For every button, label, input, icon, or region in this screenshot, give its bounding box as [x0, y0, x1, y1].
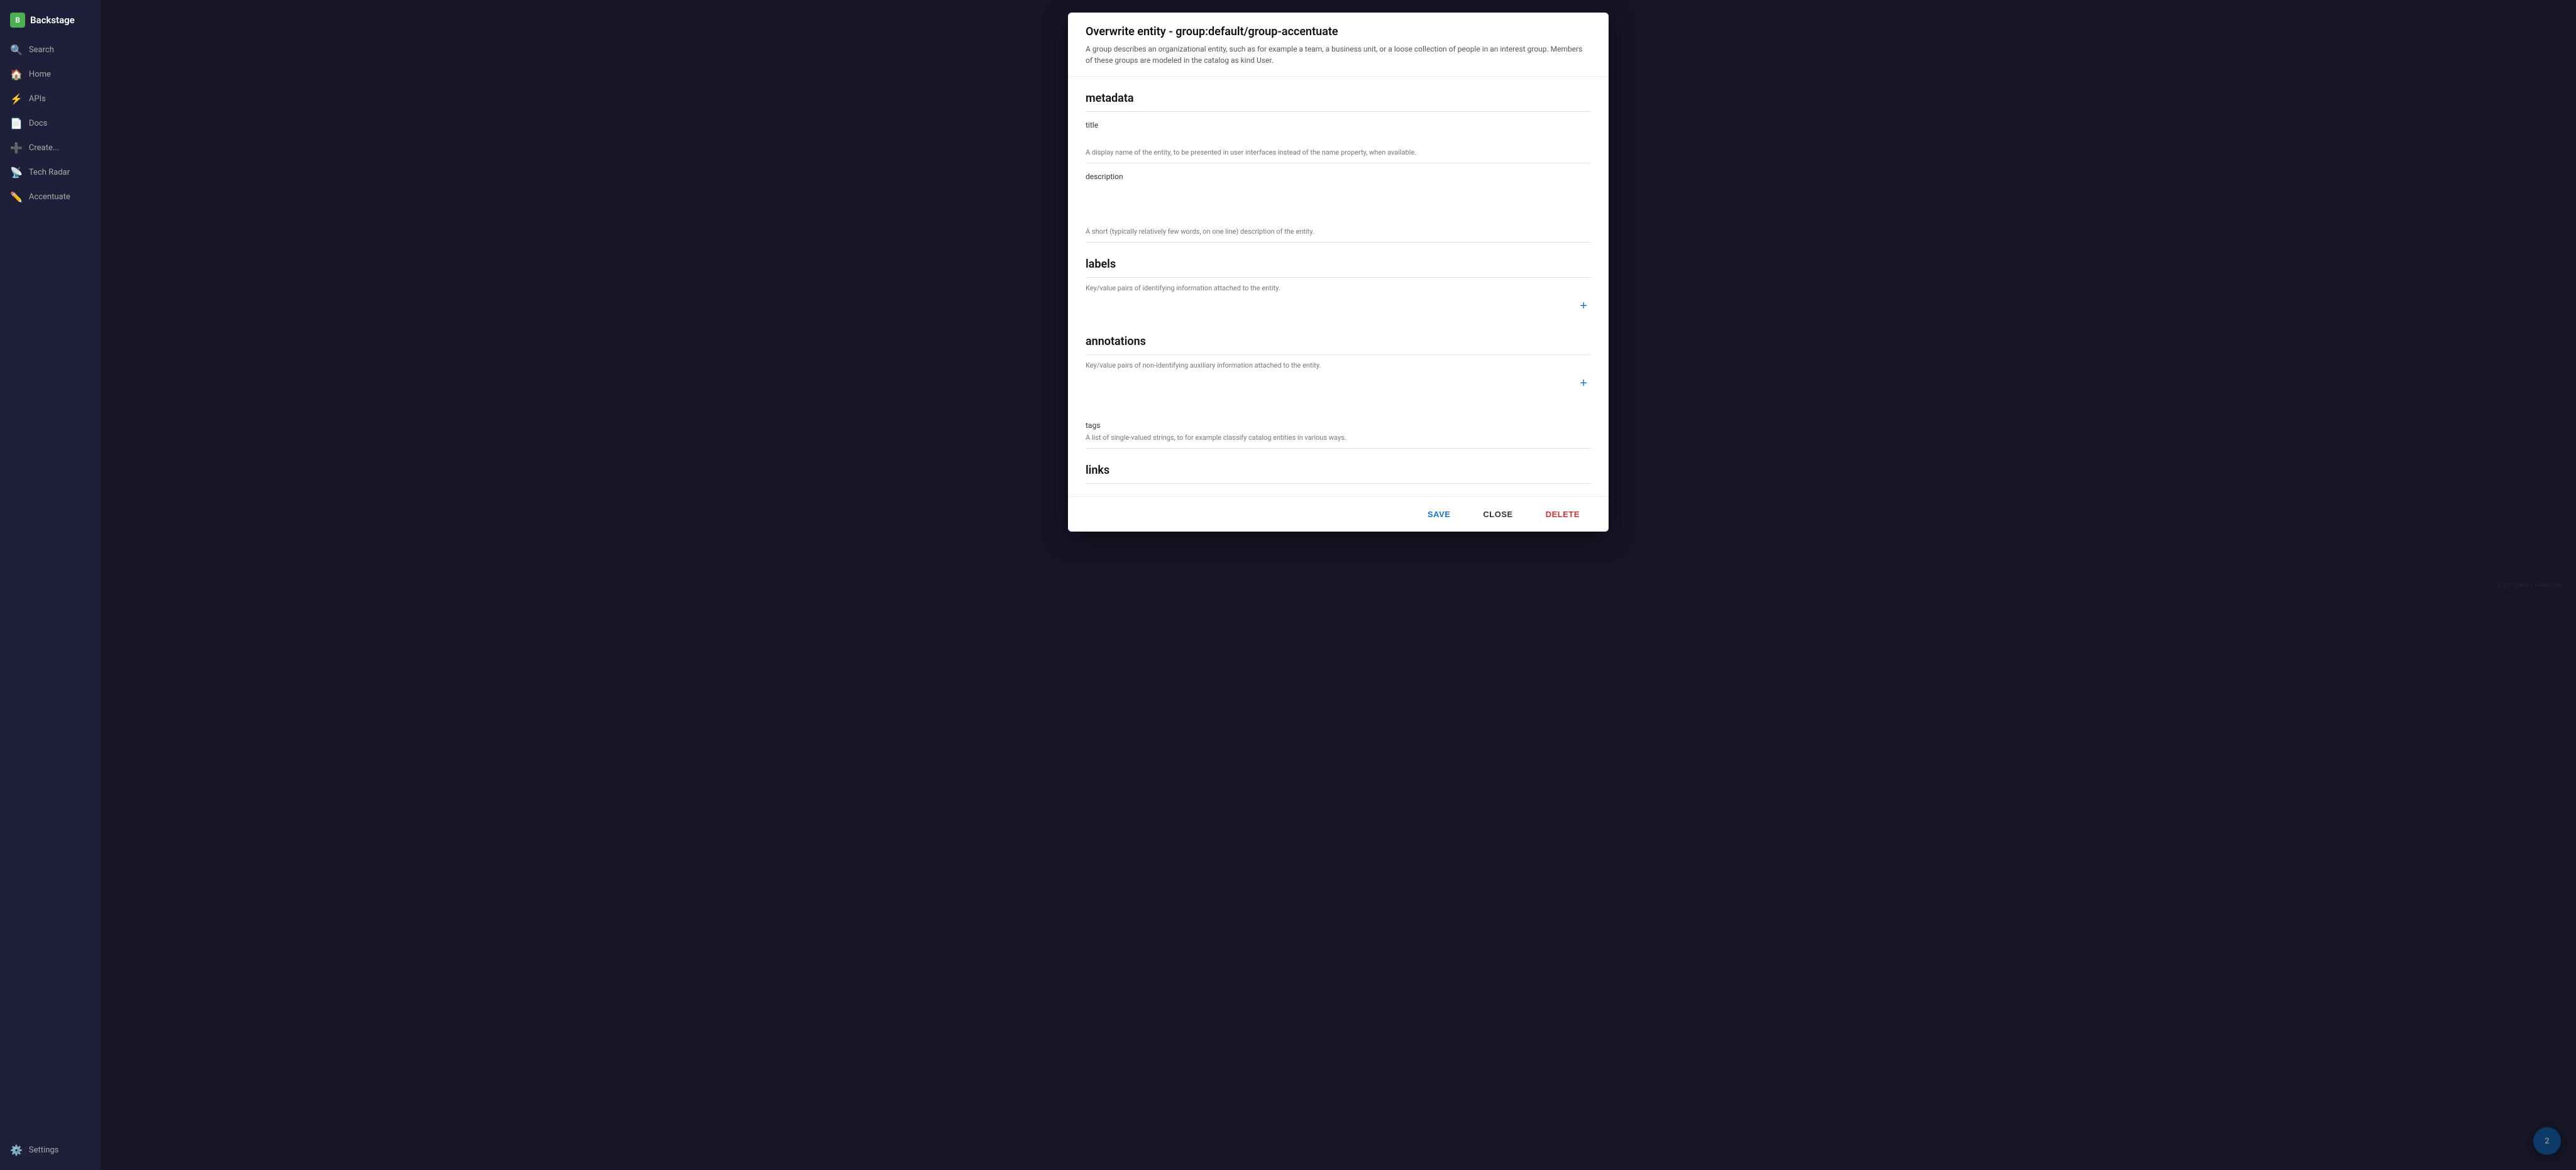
title-field: title A display name of the entity, to b… [1086, 112, 1591, 163]
sidebar-item-docs[interactable]: 📄 Docs [0, 111, 101, 136]
title-field-desc: A display name of the entity, to be pres… [1086, 148, 1591, 156]
links-section-title: links [1086, 464, 1591, 484]
modal-header: Overwrite entity - group:default/group-a… [1068, 13, 1609, 77]
sidebar-item-search[interactable]: 🔍 Search [0, 38, 101, 62]
settings-icon: ⚙️ [10, 1144, 23, 1156]
title-field-label: title [1086, 121, 1591, 129]
links-section: links [1086, 464, 1591, 484]
tech-radar-icon: 📡 [10, 167, 23, 178]
app-name: Backstage [30, 14, 75, 26]
description-field-label: description [1086, 172, 1591, 181]
metadata-section: metadata title A display name of the ent… [1086, 92, 1591, 243]
description-field-desc: A short (typically relatively few words,… [1086, 227, 1591, 236]
tags-section: tags A list of single-valued strings, to… [1086, 412, 1591, 449]
home-icon: 🏠 [10, 68, 23, 80]
tags-field-label: tags [1086, 421, 1591, 430]
sidebar-item-accentuate[interactable]: ✏️ Accentuate [0, 185, 101, 209]
sidebar-label-create: Create... [29, 143, 59, 153]
tags-field: tags A list of single-valued strings, to… [1086, 412, 1591, 449]
logo-icon: B [10, 13, 25, 28]
save-button[interactable]: SAVE [1416, 506, 1461, 523]
labels-section: labels Key/value pairs of identifying in… [1086, 258, 1591, 320]
modal-subtitle: A group describes an organizational enti… [1086, 43, 1591, 66]
create-icon: ➕ [10, 142, 23, 154]
apis-icon: ⚡ [10, 93, 23, 105]
modal-overlay: Overwrite entity - group:default/group-a… [101, 0, 2576, 1170]
sidebar-label-home: Home [29, 70, 51, 79]
main-area: Aggregated Relations Overwrite entity - … [101, 0, 2576, 1170]
labels-add-button[interactable]: + [1576, 298, 1591, 314]
description-input[interactable] [1086, 185, 1591, 222]
sidebar-item-tech-radar[interactable]: 📡 Tech Radar [0, 160, 101, 185]
labels-add-row: + [1086, 292, 1591, 320]
tags-field-desc: A list of single-valued strings, to for … [1086, 434, 1591, 442]
sidebar-item-apis[interactable]: ⚡ APIs [0, 87, 101, 111]
labels-description: Key/value pairs of identifying informati… [1086, 284, 1591, 292]
annotations-section-title: annotations [1086, 335, 1591, 355]
description-field: description A short (typically relativel… [1086, 163, 1591, 243]
sidebar: B Backstage 🔍 Search 🏠 Home ⚡ APIs 📄 Doc… [0, 0, 101, 1170]
delete-button[interactable]: DELETE [1534, 506, 1591, 523]
annotations-add-row: + [1086, 369, 1591, 397]
sidebar-item-home[interactable]: 🏠 Home [0, 62, 101, 87]
sidebar-label-apis: APIs [29, 94, 46, 104]
title-input[interactable] [1086, 134, 1591, 146]
app-logo: B Backstage [0, 8, 101, 38]
modal-title: Overwrite entity - group:default/group-a… [1086, 25, 1591, 38]
sidebar-item-settings[interactable]: ⚙️ Settings [0, 1138, 101, 1162]
annotations-description: Key/value pairs of non-identifying auxil… [1086, 361, 1591, 369]
labels-section-title: labels [1086, 258, 1591, 278]
sidebar-label-search: Search [29, 45, 54, 55]
sidebar-item-create[interactable]: ➕ Create... [0, 136, 101, 160]
modal-body: metadata title A display name of the ent… [1068, 77, 1609, 496]
sidebar-label-accentuate: Accentuate [29, 192, 70, 202]
metadata-section-title: metadata [1086, 92, 1591, 112]
accentuate-icon: ✏️ [10, 191, 23, 203]
annotations-add-button[interactable]: + [1576, 376, 1591, 391]
sidebar-label-docs: Docs [29, 119, 47, 128]
annotations-section: annotations Key/value pairs of non-ident… [1086, 335, 1591, 397]
modal-footer: SAVE CLOSE DELETE [1068, 496, 1609, 532]
sidebar-label-tech-radar: Tech Radar [29, 168, 70, 177]
search-icon: 🔍 [10, 44, 23, 56]
close-button[interactable]: CLOSE [1472, 506, 1524, 523]
overwrite-entity-modal: Overwrite entity - group:default/group-a… [1068, 13, 1609, 532]
docs-icon: 📄 [10, 118, 23, 129]
sidebar-label-settings: Settings [29, 1145, 58, 1155]
